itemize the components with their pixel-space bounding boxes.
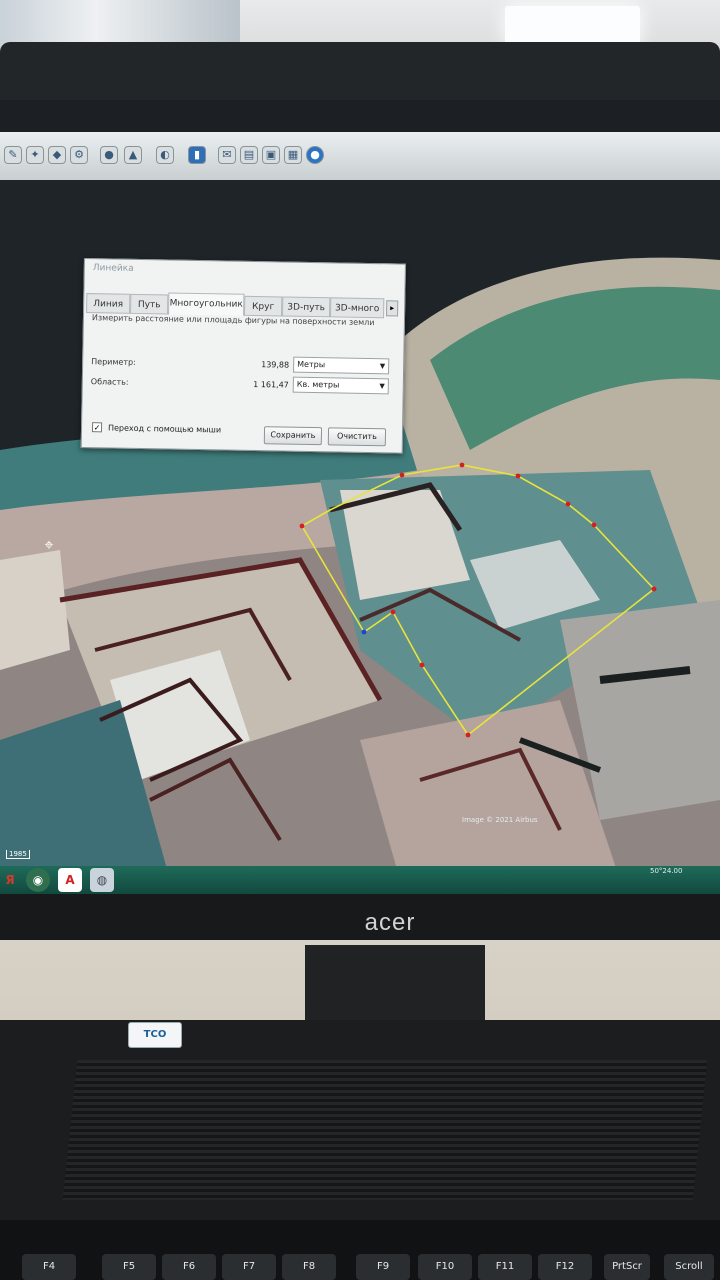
- ceiling-light: [505, 6, 640, 46]
- key-prtscr[interactable]: PrtScr: [604, 1254, 650, 1280]
- overlay-tool-icon[interactable]: ⚙: [70, 146, 88, 164]
- print-icon[interactable]: ▤: [240, 146, 258, 164]
- area-label: Область:: [90, 377, 129, 387]
- earth-icon[interactable]: ●: [306, 146, 324, 164]
- dialog-title: Линейка: [92, 263, 134, 274]
- tab-path[interactable]: Путь: [130, 293, 169, 315]
- key-f10[interactable]: F10: [418, 1254, 472, 1280]
- imagery-credit: Image © 2021 Airbus: [462, 816, 538, 824]
- tab-3d-polygon[interactable]: 3D-много: [330, 297, 385, 319]
- yandex-icon[interactable]: Я: [0, 868, 22, 892]
- crosshair-cursor-icon: ⌖: [44, 535, 54, 554]
- save-image-icon[interactable]: ▣: [262, 146, 280, 164]
- key-f7[interactable]: F7: [222, 1254, 276, 1280]
- tab-line[interactable]: Линия: [86, 293, 131, 314]
- perimeter-label: Периметр:: [91, 357, 136, 367]
- planet-icon[interactable]: ◐: [156, 146, 174, 164]
- chrome-icon[interactable]: ◉: [26, 868, 50, 892]
- area-unit-value: Кв. метры: [296, 379, 340, 390]
- key-f9[interactable]: F9: [356, 1254, 410, 1280]
- key-f5[interactable]: F5: [102, 1254, 156, 1280]
- key-f11[interactable]: F11: [478, 1254, 532, 1280]
- scale-legend: 1985: [6, 850, 30, 859]
- area-value: 1 161,47: [253, 379, 289, 390]
- clear-button[interactable]: Очистить: [327, 427, 387, 447]
- chevron-down-icon: ▼: [379, 362, 386, 371]
- acrobat-icon[interactable]: A: [58, 868, 82, 892]
- perimeter-unit-select[interactable]: Метры ▼: [293, 356, 390, 375]
- mouse-navigation-label: Переход с помощью мыши: [107, 423, 222, 435]
- key-scroll[interactable]: Scroll: [664, 1254, 714, 1280]
- monitor-brand-logo: acer: [364, 909, 416, 936]
- ruler-icon[interactable]: ▮: [188, 146, 206, 164]
- polygon-active-vertex: [361, 629, 367, 635]
- tab-3d-path[interactable]: 3D-путь: [282, 296, 331, 318]
- tco-sticker: TCO: [128, 1022, 182, 1048]
- google-earth-icon[interactable]: ◍: [90, 868, 114, 892]
- coordinates-readout: 50°24.00: [650, 867, 683, 875]
- key-f8[interactable]: F8: [282, 1254, 336, 1280]
- chevron-down-icon: ▼: [379, 382, 385, 391]
- tab-circle[interactable]: Круг: [244, 295, 283, 317]
- ruler-dialog: Линейка Линия Путь Многоугольник Круг 3D…: [80, 258, 406, 454]
- area-unit-select[interactable]: Кв. метры ▼: [292, 376, 389, 395]
- email-icon[interactable]: ✉: [218, 146, 236, 164]
- photo-icon[interactable]: ▲: [124, 146, 142, 164]
- perimeter-value: 139,88: [261, 360, 290, 370]
- tab-polygon[interactable]: Многоугольник: [168, 292, 245, 316]
- maps-icon[interactable]: ▦: [284, 146, 302, 164]
- monitor-stand-neck: [305, 945, 485, 1030]
- polygon-tool-icon[interactable]: ◆: [48, 146, 66, 164]
- perimeter-unit-value: Метры: [297, 359, 326, 370]
- tabs-scroll-right-icon[interactable]: ▸: [386, 300, 399, 317]
- tour-icon[interactable]: ●: [100, 146, 118, 164]
- key-f12[interactable]: F12: [538, 1254, 592, 1280]
- path-tool-icon[interactable]: ✦: [26, 146, 44, 164]
- save-button[interactable]: Сохранить: [263, 426, 323, 446]
- key-f6[interactable]: F6: [162, 1254, 216, 1280]
- taskbar: Я ◉ A ◍: [0, 866, 720, 894]
- pan-tool-icon[interactable]: ✎: [4, 146, 22, 164]
- key-f4[interactable]: F4: [22, 1254, 76, 1280]
- app-toolbar: ✎ ✦ ◆ ⚙ ● ▲ ◐ ▮ ✉ ▤ ▣ ▦ ●: [0, 132, 720, 180]
- speaker-grille: [62, 1060, 708, 1200]
- mouse-navigation-checkbox[interactable]: ✓: [91, 422, 103, 433]
